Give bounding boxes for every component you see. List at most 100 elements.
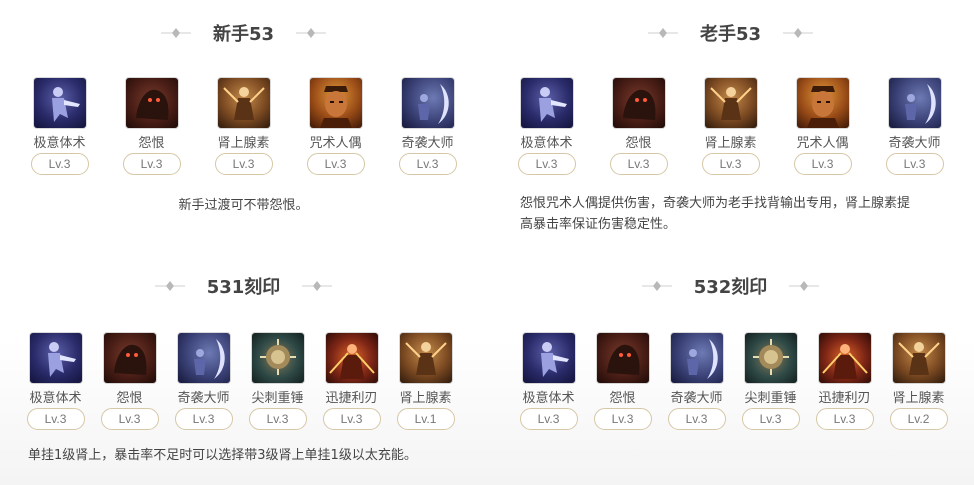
- skill-level-badge: Lv.3: [593, 408, 652, 430]
- adrenaline-icon: [399, 333, 452, 383]
- skill-list: 极意体术 Lv.3 怨恨 Lv.3 奇袭大师 Lv.3 尖刺重锤 Lv.3 迅捷…: [0, 333, 484, 430]
- skill-card[interactable]: 怨恨 Lv.3: [609, 78, 668, 175]
- martial-art-icon: [522, 333, 575, 383]
- skill-level-badge: Lv.3: [322, 408, 381, 430]
- section-description: 单挂1级肾上，暴击率不足时可以选择带3级肾上单挂1级以太充能。: [28, 448, 417, 463]
- skill-card[interactable]: 奇袭大师 Lv.3: [398, 78, 457, 175]
- build-section-engraving-531: 531刻印 极意体术 Lv.3 怨恨 Lv.3 奇袭大师 Lv.3 尖刺重锤 L…: [0, 255, 487, 485]
- skill-card[interactable]: 怨恨 Lv.3: [100, 333, 159, 430]
- section-header: 新手53: [0, 20, 487, 46]
- skill-name: 怨恨: [625, 136, 652, 151]
- skill-card[interactable]: 怨恨 Lv.3: [122, 78, 181, 175]
- skill-name: 怨恨: [138, 136, 165, 151]
- spiked-hammer-icon: [251, 333, 304, 383]
- section-title: 新手53: [212, 24, 275, 45]
- skill-card[interactable]: 极意体术 Lv.3: [30, 78, 89, 175]
- skill-level-badge: Lv.3: [517, 153, 576, 175]
- right-ornament-icon: [783, 28, 814, 38]
- skill-level-badge: Lv.3: [306, 153, 365, 175]
- skill-level-badge: Lv.2: [889, 408, 948, 430]
- build-section-veteran-53: 老手53 极意体术 Lv.3 怨恨 Lv.3 肾上腺素 Lv.3 咒术人偶 Lv…: [487, 0, 974, 250]
- left-ornament-icon: [641, 281, 672, 291]
- skill-level-badge: Lv.3: [519, 408, 578, 430]
- skill-card[interactable]: 咒术人偶 Lv.3: [306, 78, 365, 175]
- skill-name: 肾上腺素: [399, 391, 452, 406]
- section-description: 怨恨咒术人偶提供伤害，奇袭大师为老手找背输出专用，肾上腺素提 高暴击率保证伤害稳…: [520, 193, 970, 235]
- skill-card[interactable]: 迅捷利刃 Lv.3: [815, 333, 874, 430]
- skill-level-badge: Lv.3: [815, 408, 874, 430]
- skill-card[interactable]: 迅捷利刃 Lv.3: [322, 333, 381, 430]
- skill-level-badge: Lv.3: [793, 153, 852, 175]
- skill-level-badge: Lv.3: [741, 408, 800, 430]
- skill-level-badge: Lv.3: [100, 408, 159, 430]
- skill-name: 尖刺重锤: [251, 391, 304, 406]
- skill-list: 极意体术 Lv.3 怨恨 Lv.3 肾上腺素 Lv.3 咒术人偶 Lv.3 奇袭…: [487, 78, 974, 175]
- right-ornament-icon: [296, 28, 327, 38]
- ambush-master-icon: [888, 78, 941, 128]
- skill-level-badge: Lv.3: [122, 153, 181, 175]
- skill-name: 尖刺重锤: [744, 391, 797, 406]
- skill-level-badge: Lv.3: [26, 408, 85, 430]
- skill-card[interactable]: 咒术人偶 Lv.3: [793, 78, 852, 175]
- section-title: 老手53: [699, 24, 762, 45]
- skill-card[interactable]: 肾上腺素 Lv.2: [889, 333, 948, 430]
- description-line: 高暴击率保证伤害稳定性。: [520, 217, 677, 232]
- skill-card[interactable]: 极意体术 Lv.3: [519, 333, 578, 430]
- ambush-master-icon: [670, 333, 723, 383]
- martial-art-icon: [520, 78, 573, 128]
- section-header: 532刻印: [487, 273, 974, 299]
- section-header: 531刻印: [0, 273, 487, 299]
- swift-blade-icon: [818, 333, 871, 383]
- skill-name: 肾上腺素: [892, 391, 945, 406]
- skill-name: 咒术人偶: [309, 136, 362, 151]
- skill-card[interactable]: 奇袭大师 Lv.3: [174, 333, 233, 430]
- skill-name: 迅捷利刃: [818, 391, 871, 406]
- skill-name: 极意体术: [522, 391, 575, 406]
- skill-level-badge: Lv.3: [885, 153, 944, 175]
- skill-card[interactable]: 尖刺重锤 Lv.3: [248, 333, 307, 430]
- skill-level-badge: Lv.3: [214, 153, 273, 175]
- section-description: 新手过渡可不带怨恨。: [178, 198, 309, 213]
- skill-card[interactable]: 极意体术 Lv.3: [517, 78, 576, 175]
- skill-name: 奇袭大师: [670, 391, 723, 406]
- skill-name: 奇袭大师: [401, 136, 454, 151]
- skill-level-badge: Lv.3: [398, 153, 457, 175]
- grudge-icon: [612, 78, 665, 128]
- spiked-hammer-icon: [744, 333, 797, 383]
- skill-card[interactable]: 肾上腺素 Lv.3: [214, 78, 273, 175]
- skill-card[interactable]: 奇袭大师 Lv.3: [885, 78, 944, 175]
- skill-card[interactable]: 怨恨 Lv.3: [593, 333, 652, 430]
- skill-level-badge: Lv.3: [609, 153, 668, 175]
- skill-name: 迅捷利刃: [325, 391, 378, 406]
- skill-name: 极意体术: [33, 136, 86, 151]
- right-ornament-icon: [302, 281, 333, 291]
- grudge-icon: [103, 333, 156, 383]
- adrenaline-icon: [704, 78, 757, 128]
- section-title: 532刻印: [693, 277, 768, 298]
- left-ornament-icon: [154, 281, 185, 291]
- skill-name: 咒术人偶: [796, 136, 849, 151]
- skill-name: 肾上腺素: [704, 136, 757, 151]
- build-section-novice-53: 新手53 极意体术 Lv.3 怨恨 Lv.3 肾上腺素 Lv.3 咒术人偶 Lv…: [0, 0, 487, 250]
- adrenaline-icon: [217, 78, 270, 128]
- left-ornament-icon: [647, 28, 678, 38]
- skill-card[interactable]: 极意体术 Lv.3: [26, 333, 85, 430]
- section-header: 老手53: [487, 20, 974, 46]
- skill-name: 肾上腺素: [217, 136, 270, 151]
- skill-name: 极意体术: [520, 136, 573, 151]
- skill-card[interactable]: 肾上腺素 Lv.1: [396, 333, 455, 430]
- cursed-doll-icon: [309, 78, 362, 128]
- skill-list: 极意体术 Lv.3 怨恨 Lv.3 肾上腺素 Lv.3 咒术人偶 Lv.3 奇袭…: [0, 78, 487, 175]
- skill-level-badge: Lv.1: [396, 408, 455, 430]
- skill-card[interactable]: 尖刺重锤 Lv.3: [741, 333, 800, 430]
- swift-blade-icon: [325, 333, 378, 383]
- ambush-master-icon: [177, 333, 230, 383]
- skill-card[interactable]: 奇袭大师 Lv.3: [667, 333, 726, 430]
- description-line: 怨恨咒术人偶提供伤害，奇袭大师为老手找背输出专用，肾上腺素提: [520, 196, 911, 211]
- skill-card[interactable]: 肾上腺素 Lv.3: [701, 78, 760, 175]
- skill-name: 怨恨: [116, 391, 143, 406]
- adrenaline-icon: [892, 333, 945, 383]
- skill-name: 极意体术: [29, 391, 82, 406]
- skill-list: 极意体术 Lv.3 怨恨 Lv.3 奇袭大师 Lv.3 尖刺重锤 Lv.3 迅捷…: [490, 333, 974, 430]
- skill-name: 怨恨: [609, 391, 636, 406]
